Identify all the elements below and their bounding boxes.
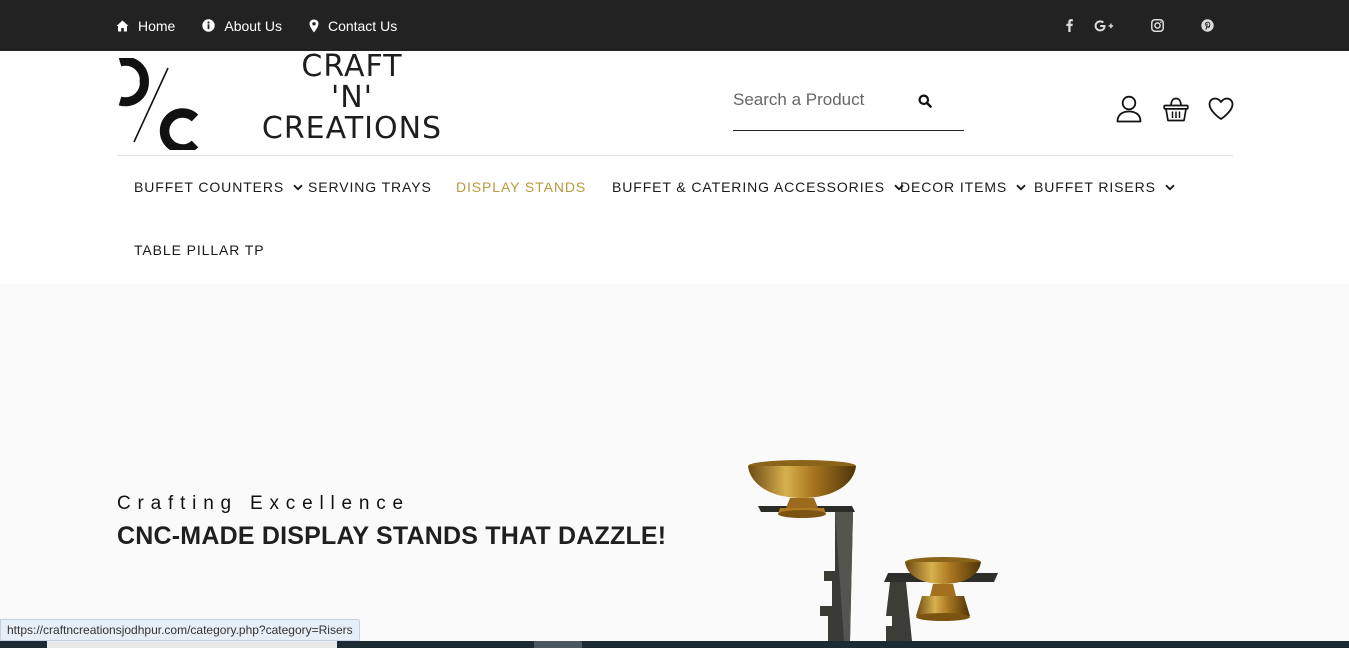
google-plus-icon — [1094, 19, 1114, 31]
menu-item-label: BUFFET & CATERING ACCESSORIES — [612, 179, 885, 195]
chevron-down-icon — [1016, 184, 1026, 190]
info-icon — [202, 19, 216, 32]
chevron-down-icon — [1165, 184, 1175, 190]
hero-subtitle: Crafting Excellence — [117, 493, 410, 514]
instagram-link[interactable] — [1149, 0, 1165, 51]
menu-item-label: BUFFET COUNTERS — [134, 179, 285, 195]
top-nav-about[interactable]: About Us — [202, 18, 282, 34]
top-nav-about-label: About Us — [224, 17, 282, 34]
os-taskbar — [0, 641, 1349, 648]
taskbar-app-button[interactable] — [47, 641, 337, 648]
cart-basket-icon[interactable] — [1163, 97, 1189, 123]
search-icon[interactable] — [918, 94, 932, 108]
facebook-link[interactable] — [1061, 0, 1077, 51]
browser-status-url: https://craftncreationsjodhpur.com/categ… — [0, 619, 360, 641]
top-nav-contact-label: Contact Us — [327, 17, 398, 34]
brand-name[interactable]: CRAFT 'N' CREATIONS — [252, 51, 452, 144]
menu-item-table-pillar-tp[interactable]: TABLE PILLAR TP — [134, 242, 264, 258]
brand-name-line-2: 'N' — [331, 80, 373, 115]
menu-item-decor-items[interactable]: DECOR ITEMS — [900, 179, 1026, 195]
menu-item-buffet-counters[interactable]: BUFFET COUNTERS — [134, 179, 303, 195]
brand-name-line-3: CREATIONS — [261, 111, 443, 146]
brand-name-line-1: CRAFT — [301, 49, 403, 84]
top-nav-home-label: Home — [138, 17, 176, 34]
user-icon[interactable] — [1116, 95, 1142, 123]
menu-item-buffet-catering-accessories[interactable]: BUFFET & CATERING ACCESSORIES — [612, 179, 904, 195]
top-nav: Home About Us Contact Us — [116, 0, 424, 51]
chevron-down-icon — [293, 184, 303, 190]
map-marker-icon — [309, 19, 319, 32]
menu-item-display-stands[interactable]: DISPLAY STANDS — [456, 179, 586, 195]
top-nav-contact[interactable]: Contact Us — [309, 18, 397, 34]
facebook-icon — [1065, 19, 1073, 32]
search-input[interactable] — [733, 84, 913, 116]
header-divider — [117, 155, 1233, 156]
hero-title: CNC-MADE DISPLAY STANDS THAT DAZZLE! — [117, 522, 667, 550]
hero-product-image — [748, 460, 998, 641]
google-plus-link[interactable] — [1093, 0, 1115, 51]
menu-item-label: DECOR ITEMS — [900, 179, 1008, 195]
menu-item-label: SERVING TRAYS — [308, 179, 432, 195]
menu-item-buffet-risers[interactable]: BUFFET RISERS — [1034, 179, 1175, 195]
top-nav-home[interactable]: Home — [116, 18, 175, 34]
top-bar: Home About Us Contact Us — [0, 0, 1349, 51]
menu-item-serving-trays[interactable]: SERVING TRAYS — [308, 179, 432, 195]
menu-item-label: BUFFET RISERS — [1034, 179, 1156, 195]
taskbar-app-button[interactable] — [534, 641, 582, 648]
pinterest-icon — [1200, 19, 1214, 32]
brand-logo-icon[interactable] — [117, 58, 199, 150]
menu-item-label: DISPLAY STANDS — [456, 179, 587, 195]
home-icon — [116, 20, 129, 31]
pinterest-link[interactable] — [1199, 0, 1215, 51]
search-box — [733, 82, 964, 131]
instagram-icon — [1150, 19, 1164, 32]
heart-icon[interactable] — [1208, 97, 1234, 121]
hero-banner — [0, 284, 1349, 641]
menu-item-label: TABLE PILLAR TP — [134, 242, 265, 258]
